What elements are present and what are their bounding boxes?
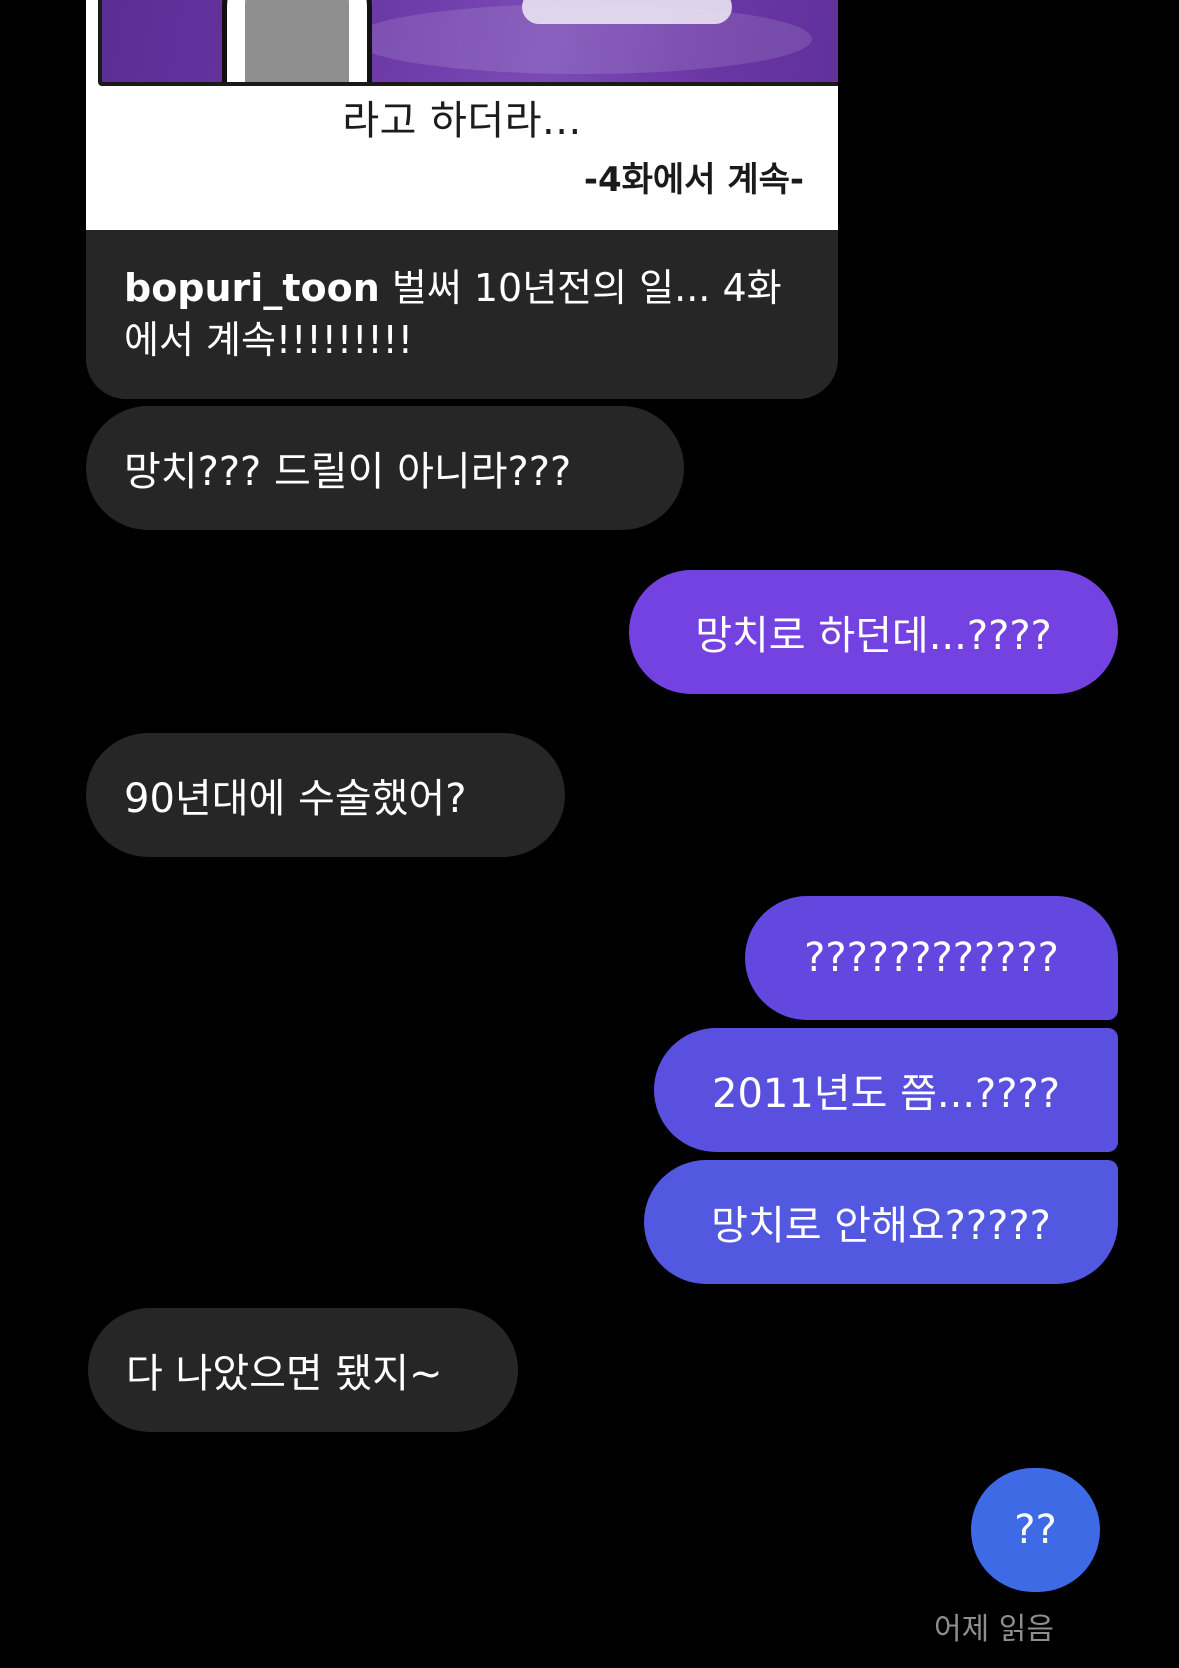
message-text: 망치??? 드릴이 아니라??? xyxy=(124,449,572,495)
message-text: 망치로 하던데...???? xyxy=(695,613,1052,659)
post-caption: bopuri_toon 벌써 10년전의 일... 4화에서 계속!!!!!!!… xyxy=(124,262,804,366)
message-text: 망치로 안해요????? xyxy=(711,1203,1051,1249)
comic-panel xyxy=(98,0,838,86)
message-bubble-incoming[interactable]: 다 나았으면 됐지~ xyxy=(88,1308,518,1432)
comic-continue-text: -4화에서 계속- xyxy=(583,160,804,200)
comic-caption-text: 라고 하더라... xyxy=(342,98,582,144)
message-text: 다 나았으면 됐지~ xyxy=(126,1351,443,1397)
read-receipt: 어제 읽음 xyxy=(934,1612,1054,1647)
comic-character xyxy=(222,0,372,82)
message-text: ?? xyxy=(1014,1507,1057,1553)
shared-post-card[interactable]: 라고 하더라... -4화에서 계속- bopuri_toon 벌써 10년전의… xyxy=(86,0,838,399)
message-text: ???????????? xyxy=(804,935,1059,981)
message-bubble-outgoing[interactable]: 2011년도 쯤...???? xyxy=(654,1028,1118,1152)
message-text: 2011년도 쯤...???? xyxy=(712,1071,1060,1117)
message-bubble-incoming[interactable]: 90년대에 수술했어? xyxy=(86,733,565,857)
comic-character-body xyxy=(245,0,349,82)
message-bubble-outgoing[interactable]: ?? xyxy=(971,1468,1100,1592)
comic-cloud xyxy=(522,0,732,24)
message-bubble-incoming[interactable]: 망치??? 드릴이 아니라??? xyxy=(86,406,684,530)
message-bubble-outgoing[interactable]: 망치로 하던데...???? xyxy=(629,570,1118,694)
message-bubble-outgoing[interactable]: ???????????? xyxy=(745,896,1118,1020)
message-bubble-outgoing[interactable]: 망치로 안해요????? xyxy=(644,1160,1118,1284)
post-comic-image[interactable]: 라고 하더라... -4화에서 계속- xyxy=(86,0,838,230)
post-username[interactable]: bopuri_toon xyxy=(124,266,380,310)
message-text: 90년대에 수술했어? xyxy=(124,776,467,822)
